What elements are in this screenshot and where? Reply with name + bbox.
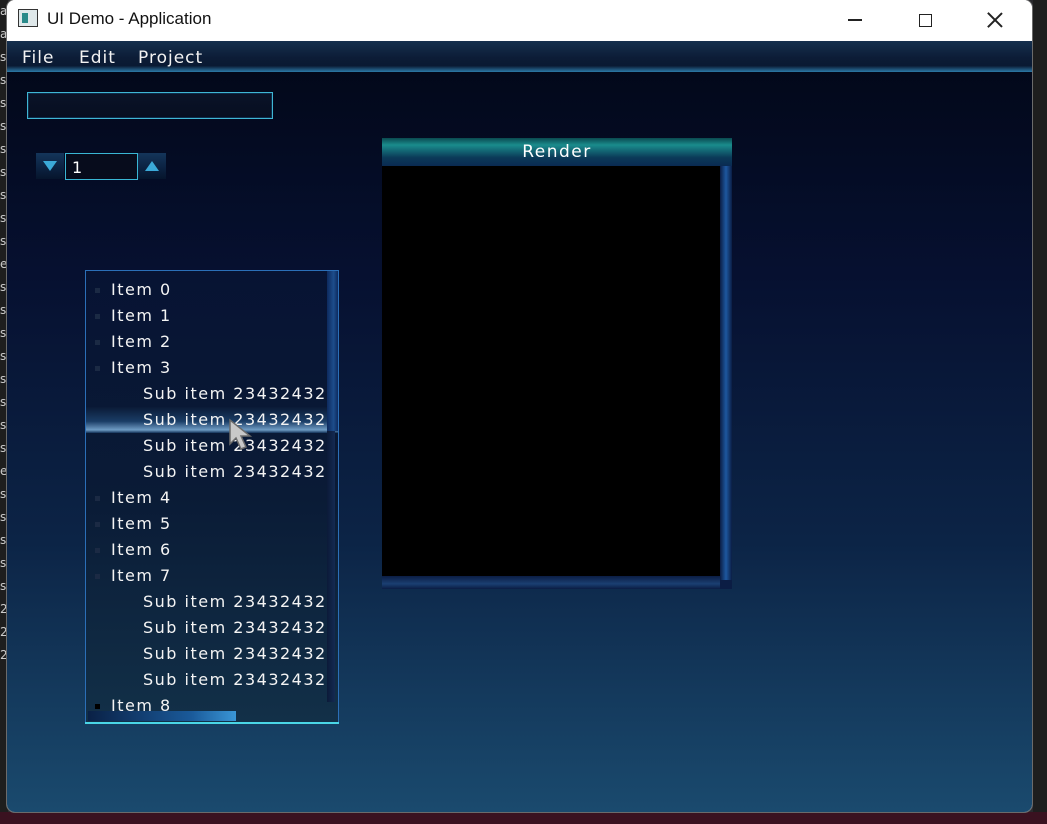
render-vertical-scrollbar[interactable]: [720, 166, 732, 580]
minimize-button[interactable]: [821, 0, 889, 40]
spinner-decrement-button[interactable]: [36, 153, 64, 179]
tree-item-label: Item 6: [111, 540, 172, 559]
tree-item-label: Item 7: [111, 566, 172, 585]
tree-subitem[interactable]: Sub item 23432432: [86, 433, 338, 459]
tree-subitem-label: Sub item 23432432: [143, 462, 327, 481]
tree-horizontal-scroll-thumb[interactable]: [88, 711, 236, 721]
tree-subitem[interactable]: Sub item 23432432: [86, 459, 338, 485]
tree-subitem-label: Sub item 23432432: [143, 384, 327, 403]
tree-subitem[interactable]: Sub item 23432432: [86, 615, 338, 641]
tree-item-label: Item 3: [111, 358, 172, 377]
arrow-up-icon: [145, 161, 159, 171]
tree-subitem-label: Sub item 23432432: [143, 436, 327, 455]
close-icon: [986, 11, 1004, 29]
tree-item-label: Item 2: [111, 332, 172, 351]
title-bar[interactable]: UI Demo - Application: [7, 0, 1032, 40]
tree-subitem-label: Sub item 23432432: [143, 670, 327, 689]
tree-subitem-selected[interactable]: Sub item 23432432: [86, 407, 338, 433]
tree-node-icon: [95, 340, 100, 345]
render-panel: Render: [382, 138, 732, 589]
app-icon: [18, 9, 38, 27]
tree-subitem-label: Sub item 23432432: [143, 592, 327, 611]
window-title: UI Demo - Application: [47, 9, 212, 28]
taskbar-edge: [0, 812, 1047, 824]
tree-view[interactable]: Item 0 Item 1 Item 2 Item 3 Sub item 234…: [85, 270, 339, 724]
desktop-background-right: [1033, 0, 1047, 824]
tree-subitem[interactable]: Sub item 23432432: [86, 641, 338, 667]
tree-item[interactable]: Item 3: [86, 355, 338, 381]
minimize-icon: [848, 19, 862, 21]
tree-item[interactable]: Item 1: [86, 303, 338, 329]
tree-node-icon: [95, 496, 100, 501]
tree-item[interactable]: Item 7: [86, 563, 338, 589]
tree-subitem[interactable]: Sub item 23432432: [86, 381, 338, 407]
spinner-increment-button[interactable]: [138, 153, 166, 179]
tree-node-icon: [95, 366, 100, 371]
menu-file[interactable]: File: [22, 48, 54, 68]
maximize-icon: [918, 13, 932, 27]
text-input[interactable]: [27, 92, 273, 119]
render-viewport[interactable]: [382, 166, 720, 576]
tree-subitem-label: Sub item 23432432: [143, 618, 327, 637]
menu-edit[interactable]: Edit: [79, 48, 116, 68]
tree-vertical-scroll-thumb[interactable]: [327, 271, 338, 431]
tree-subitem-label: Sub item 23432432: [143, 410, 327, 429]
tree-subitem-label: Sub item 23432432: [143, 644, 327, 663]
tree-node-icon: [95, 288, 100, 293]
tree-item[interactable]: Item 0: [86, 277, 338, 303]
tree-subitem[interactable]: Sub item 23432432: [86, 667, 338, 693]
tree-item-label: Item 4: [111, 488, 172, 507]
tree-focus-border: [85, 722, 339, 724]
tree-item[interactable]: Item 6: [86, 537, 338, 563]
menu-project[interactable]: Project: [138, 48, 203, 68]
maximize-button[interactable]: [891, 0, 959, 40]
render-scroll-corner: [720, 580, 732, 589]
arrow-down-icon: [43, 161, 57, 171]
spinner-value-field[interactable]: 1: [65, 153, 138, 180]
tree-node-icon: [95, 522, 100, 527]
tree-item[interactable]: Item 5: [86, 511, 338, 537]
tree-item[interactable]: Item 4: [86, 485, 338, 511]
tree-node-icon: [95, 548, 100, 553]
tree-item-label: Item 5: [111, 514, 172, 533]
client-area: File Edit Project 1 Item 0 Item 1 Item 2…: [7, 41, 1032, 812]
menu-bar: File Edit Project: [7, 41, 1032, 72]
tree-item-label: Item 1: [111, 306, 172, 325]
render-horizontal-scrollbar[interactable]: [382, 576, 720, 589]
close-button[interactable]: [961, 0, 1029, 40]
tree-node-icon: [95, 574, 100, 579]
tree-node-icon: [95, 704, 100, 709]
tree-subitem[interactable]: Sub item 23432432: [86, 589, 338, 615]
app-window: UI Demo - Application File Edit Project …: [7, 0, 1032, 812]
tree-node-icon: [95, 314, 100, 319]
render-panel-title[interactable]: Render: [382, 138, 732, 166]
tree-item-label: Item 0: [111, 280, 172, 299]
tree-item[interactable]: Item 2: [86, 329, 338, 355]
